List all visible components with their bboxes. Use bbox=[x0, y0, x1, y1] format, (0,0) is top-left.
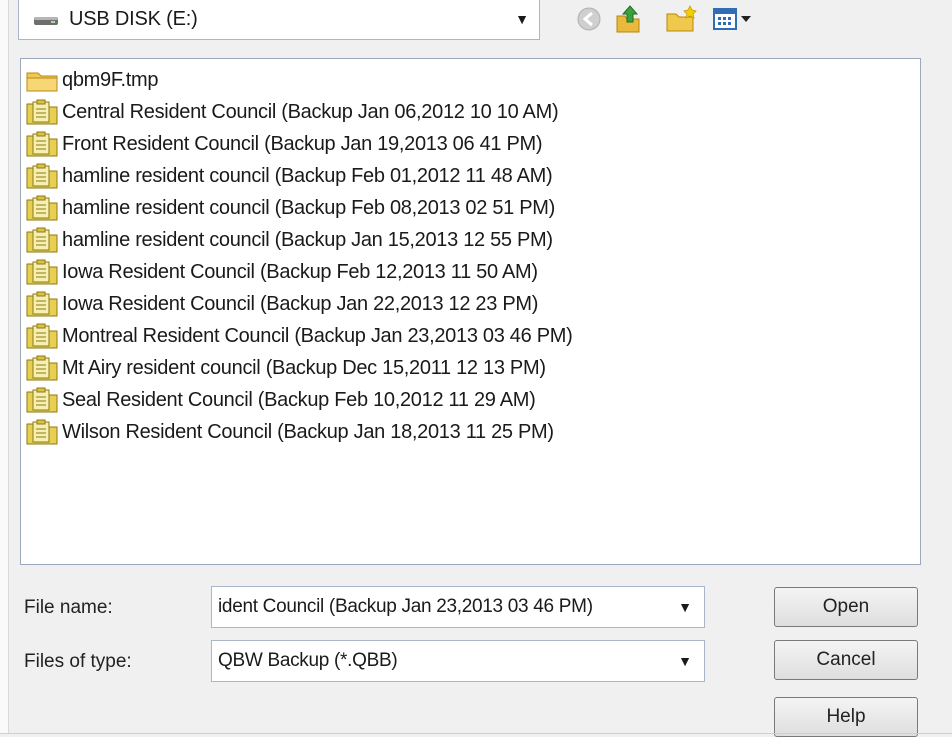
list-item-backup[interactable]: Seal Resident Council (Backup Feb 10,201… bbox=[25, 385, 536, 415]
look-in-label: USB DISK (E:) bbox=[69, 7, 198, 30]
file-type-value: QBW Backup (*.QBB) bbox=[218, 650, 398, 671]
list-item-backup[interactable]: hamline resident council (Backup Feb 01,… bbox=[25, 161, 553, 191]
chevron-down-icon[interactable]: ▼ bbox=[678, 599, 692, 615]
backup-file-icon bbox=[25, 418, 59, 446]
file-name: hamline resident council (Backup Feb 01,… bbox=[62, 164, 553, 187]
backup-file-icon bbox=[25, 130, 59, 158]
list-item-backup[interactable]: Central Resident Council (Backup Jan 06,… bbox=[25, 97, 559, 127]
list-item-backup[interactable]: hamline resident council (Backup Feb 08,… bbox=[25, 193, 555, 223]
look-in-dropdown[interactable]: USB DISK (E:) ▼ bbox=[18, 0, 540, 40]
file-name: Mt Airy resident council (Backup Dec 15,… bbox=[62, 356, 546, 379]
list-item-backup[interactable]: Mt Airy resident council (Backup Dec 15,… bbox=[25, 353, 546, 383]
file-name: Iowa Resident Council (Backup Jan 22,201… bbox=[62, 292, 539, 315]
new-folder-icon[interactable] bbox=[664, 4, 698, 34]
file-list[interactable]: qbm9F.tmp Central Resident Council (Back… bbox=[20, 58, 921, 565]
chevron-down-icon[interactable]: ▼ bbox=[678, 653, 692, 669]
backup-file-icon bbox=[25, 162, 59, 190]
file-name-value: ident Council (Backup Jan 23,2013 03 46 … bbox=[218, 596, 593, 617]
view-menu-icon[interactable] bbox=[712, 4, 762, 34]
folder-icon bbox=[25, 66, 59, 94]
list-item-backup[interactable]: Wilson Resident Council (Backup Jan 18,2… bbox=[25, 417, 554, 447]
backup-file-icon bbox=[25, 386, 59, 414]
list-item-backup[interactable]: Iowa Resident Council (Backup Feb 12,201… bbox=[25, 257, 538, 287]
cancel-button[interactable]: Cancel bbox=[774, 640, 918, 680]
file-name: Wilson Resident Council (Backup Jan 18,2… bbox=[62, 420, 554, 443]
file-name: Montreal Resident Council (Backup Jan 23… bbox=[62, 324, 573, 347]
list-item-backup[interactable]: Montreal Resident Council (Backup Jan 23… bbox=[25, 321, 573, 351]
list-item-backup[interactable]: hamline resident council (Backup Jan 15,… bbox=[25, 225, 553, 255]
file-name: Seal Resident Council (Backup Feb 10,201… bbox=[62, 388, 536, 411]
backup-file-icon bbox=[25, 98, 59, 126]
file-name: Iowa Resident Council (Backup Feb 12,201… bbox=[62, 260, 538, 283]
file-name-label: File name: bbox=[24, 597, 113, 618]
file-name: Front Resident Council (Backup Jan 19,20… bbox=[62, 132, 543, 155]
open-button[interactable]: Open bbox=[774, 587, 918, 627]
list-item-backup[interactable]: Iowa Resident Council (Backup Jan 22,201… bbox=[25, 289, 538, 319]
backup-file-icon bbox=[25, 258, 59, 286]
up-folder-icon[interactable] bbox=[614, 4, 642, 34]
backup-file-icon bbox=[25, 354, 59, 382]
file-name-input[interactable]: ident Council (Backup Jan 23,2013 03 46 … bbox=[211, 586, 705, 628]
dialog-left-border bbox=[0, 0, 9, 734]
file-name: hamline resident council (Backup Feb 08,… bbox=[62, 196, 555, 219]
backup-file-icon bbox=[25, 290, 59, 318]
file-name: hamline resident council (Backup Jan 15,… bbox=[62, 228, 553, 251]
file-name: qbm9F.tmp bbox=[62, 68, 159, 91]
chevron-down-icon[interactable]: ▼ bbox=[515, 11, 529, 27]
file-type-select[interactable]: QBW Backup (*.QBB) ▼ bbox=[211, 640, 705, 682]
backup-file-icon bbox=[25, 322, 59, 350]
back-arrow-icon[interactable] bbox=[574, 4, 604, 34]
list-item-backup[interactable]: Front Resident Council (Backup Jan 19,20… bbox=[25, 129, 543, 159]
list-item-folder[interactable]: qbm9F.tmp bbox=[25, 65, 159, 95]
backup-file-icon bbox=[25, 194, 59, 222]
backup-file-icon bbox=[25, 226, 59, 254]
file-type-label: Files of type: bbox=[24, 651, 132, 672]
file-name: Central Resident Council (Backup Jan 06,… bbox=[62, 100, 559, 123]
drive-icon bbox=[33, 12, 59, 26]
help-button[interactable]: Help bbox=[774, 697, 918, 737]
